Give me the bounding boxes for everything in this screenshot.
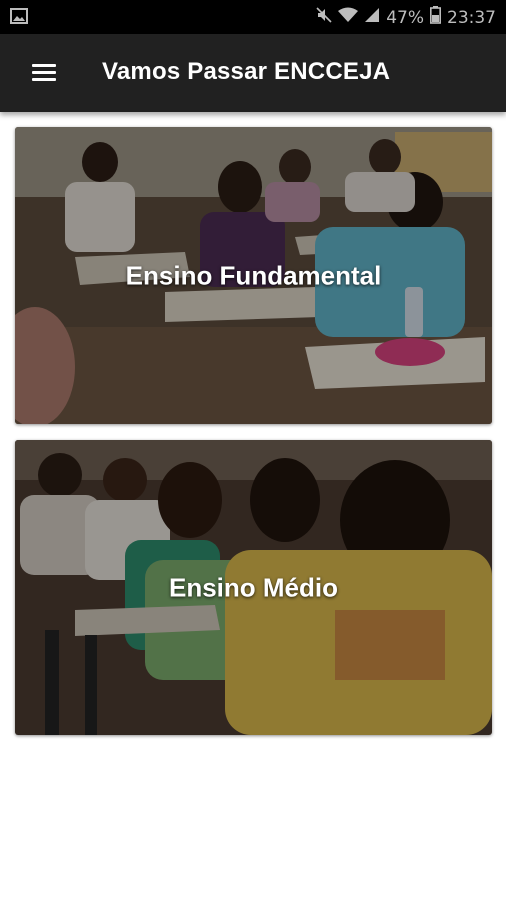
- hamburger-menu-icon[interactable]: [30, 61, 60, 85]
- card-label-medio: Ensino Médio: [169, 572, 338, 602]
- mute-icon: [316, 7, 332, 28]
- card-ensino-fundamental[interactable]: Ensino Fundamental: [15, 127, 492, 424]
- gallery-notification-icon: [10, 8, 28, 29]
- app-title: Vamos Passar ENCCEJA: [102, 58, 391, 85]
- clock: 23:37: [447, 7, 496, 28]
- signal-icon: [364, 7, 380, 28]
- battery-percent: 47%: [386, 7, 424, 28]
- battery-icon: [430, 6, 441, 29]
- app-bar: Vamos Passar ENCCEJA: [0, 34, 506, 112]
- card-ensino-medio[interactable]: Ensino Médio: [15, 440, 492, 735]
- card-label-fundamental: Ensino Fundamental: [125, 260, 382, 290]
- status-bar: 47% 23:37: [0, 0, 506, 34]
- wifi-icon: [338, 7, 359, 28]
